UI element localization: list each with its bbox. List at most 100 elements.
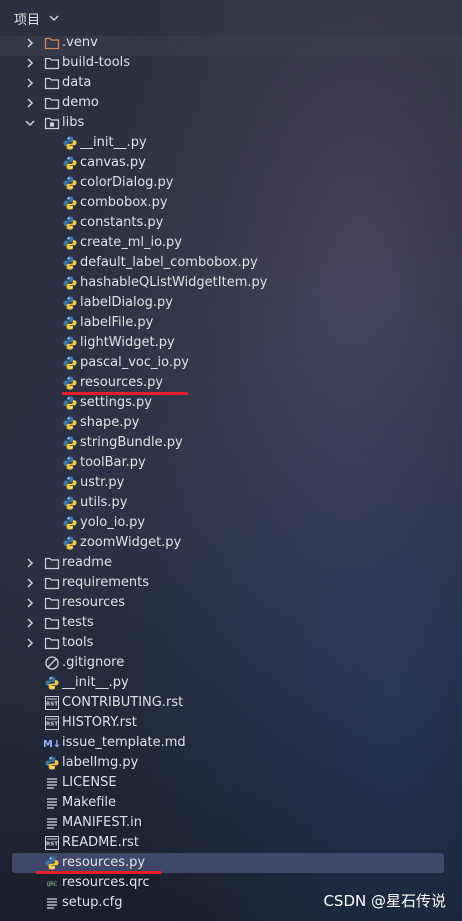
tree-item-label: issue_template.md [62,735,186,750]
tree-item-label: zoomWidget.py [80,535,182,550]
tree-item-history-rst[interactable]: RST HISTORY.rst [0,713,462,733]
tree-item-label: constants.py [80,215,164,230]
chevron-right-icon[interactable] [24,637,36,649]
tree-item-hashableqlistwidgetitem-py[interactable]: hashableQListWidgetItem.py [0,273,462,293]
chevron-right-icon[interactable] [24,97,36,109]
chevron-down-icon[interactable] [48,12,60,24]
python-file-icon [63,496,77,510]
python-file-icon [45,676,59,690]
tree-item-canvas-py[interactable]: canvas.py [0,153,462,173]
tree-item-label: build-tools [62,55,131,70]
svg-text:RST: RST [46,702,58,708]
python-file-icon [45,756,59,770]
tree-item-constants-py[interactable]: constants.py [0,213,462,233]
tree-item-stringbundle-py[interactable]: stringBundle.py [0,433,462,453]
tree-item-label: hashableQListWidgetItem.py [80,275,268,290]
tree-item-label: MANIFEST.in [62,815,142,830]
tree-item-label: pascal_voc_io.py [80,355,189,370]
tree-item-label: yolo_io.py [80,515,146,530]
tree-item-labeldialog-py[interactable]: labelDialog.py [0,293,462,313]
tree-item-label: labelDialog.py [80,295,173,310]
tree-item-label: utils.py [80,495,128,510]
tree-item-settings-py[interactable]: settings.py [0,393,462,413]
chevron-right-icon[interactable] [24,37,36,49]
folder-icon [44,37,60,50]
tree-item-resources-py[interactable]: resources.py [0,373,462,393]
tree-item-label: tools [62,635,94,650]
tree-item-issue-template-md[interactable]: M↓ issue_template.md [0,733,462,753]
python-file-icon [63,536,77,550]
panel-title: 项目 [14,12,41,28]
tree-item-pascal-voc-io-py[interactable]: pascal_voc_io.py [0,353,462,373]
python-file-icon [63,256,77,270]
tree-item-label: requirements [62,575,149,590]
tree-item-readme[interactable]: readme [0,553,462,573]
python-file-icon [45,856,59,870]
tree-item-requirements[interactable]: requirements [0,573,462,593]
python-file-icon [63,356,77,370]
project-panel-header[interactable]: 项目 [0,0,462,36]
tree-item-ustr-py[interactable]: ustr.py [0,473,462,493]
tree-item-label: setup.cfg [62,895,123,910]
tree-item-demo[interactable]: demo [0,93,462,113]
folder-icon [44,77,60,90]
annotation-underline-libs-resources [62,392,188,395]
tree-item-labelimg-py[interactable]: labelImg.py [0,753,462,773]
folder-icon [44,57,60,70]
svg-text:RST: RST [46,842,58,848]
tree-item-venv[interactable]: .venv [0,33,462,53]
tree-item-license[interactable]: LICENSE [0,773,462,793]
tree-item-colordialog-py[interactable]: colorDialog.py [0,173,462,193]
tree-item-toolbar-py[interactable]: toolBar.py [0,453,462,473]
tree-item-utils-py[interactable]: utils.py [0,493,462,513]
chevron-right-icon[interactable] [24,577,36,589]
tree-item-data[interactable]: data [0,73,462,93]
tree-item-yolo-io-py[interactable]: yolo_io.py [0,513,462,533]
tree-item-init-py[interactable]: __init__.py [0,133,462,153]
tree-item-label: lightWidget.py [80,335,175,350]
folder-icon [44,557,60,570]
tree-item-label: .venv [62,35,98,50]
tree-item-default-label-combobox-py[interactable]: default_label_combobox.py [0,253,462,273]
chevron-right-icon[interactable] [24,617,36,629]
python-file-icon [63,336,77,350]
tree-item-lightwidget-py[interactable]: lightWidget.py [0,333,462,353]
chevron-right-icon[interactable] [24,597,36,609]
tree-item-tools[interactable]: tools [0,633,462,653]
text-file-icon [47,818,57,829]
package-folder-icon [44,117,60,130]
python-file-icon [63,276,77,290]
tree-item-gitignore[interactable]: .gitignore [0,653,462,673]
folder-icon [44,577,60,590]
tree-item-libs[interactable]: libs [0,113,462,133]
folder-icon [44,597,60,610]
python-file-icon [63,396,77,410]
tree-item-tests[interactable]: tests [0,613,462,633]
chevron-right-icon[interactable] [24,557,36,569]
tree-item-labelfile-py[interactable]: labelFile.py [0,313,462,333]
tree-item-contributing-rst[interactable]: RST CONTRIBUTING.rst [0,693,462,713]
tree-item-resources[interactable]: resources [0,593,462,613]
tree-item-readme-rst[interactable]: RST README.rst [0,833,462,853]
python-file-icon [63,436,77,450]
tree-item-init-py[interactable]: __init__.py [0,673,462,693]
python-file-icon [63,236,77,250]
text-file-icon [47,898,57,909]
tree-item-makefile[interactable]: Makefile [0,793,462,813]
tree-item-shape-py[interactable]: shape.py [0,413,462,433]
tree-item-combobox-py[interactable]: combobox.py [0,193,462,213]
tree-item-manifest-in[interactable]: MANIFEST.in [0,813,462,833]
tree-item-label: __init__.py [80,135,147,150]
python-file-icon [63,216,77,230]
tree-item-label: resources [62,595,126,610]
chevron-down-icon[interactable] [24,117,36,129]
tree-item-label: colorDialog.py [80,175,174,190]
tree-item-label: demo [62,95,99,110]
tree-item-label: Makefile [62,795,117,810]
chevron-right-icon[interactable] [24,57,36,69]
tree-item-create-ml-io-py[interactable]: create_ml_io.py [0,233,462,253]
tree-item-zoomwidget-py[interactable]: zoomWidget.py [0,533,462,553]
chevron-right-icon[interactable] [24,77,36,89]
tree-item-build-tools[interactable]: build-tools [0,53,462,73]
tree-item-resources-py[interactable]: resources.py [0,853,462,873]
